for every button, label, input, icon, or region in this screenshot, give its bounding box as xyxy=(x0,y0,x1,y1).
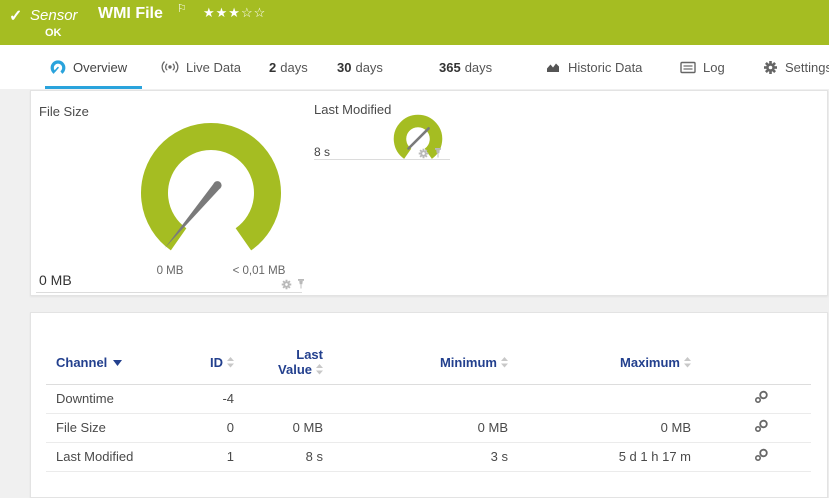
gauge-settings-gear-icon[interactable] xyxy=(418,148,429,159)
column-header-actions xyxy=(691,341,811,384)
gauge-icon xyxy=(50,59,66,75)
column-label: Last xyxy=(296,347,323,362)
column-label: ID xyxy=(210,355,223,370)
tab-30-days[interactable]: 30 days xyxy=(337,45,383,89)
sort-icon xyxy=(227,357,234,368)
tab-label: Settings xyxy=(785,60,829,75)
channel-last-value xyxy=(234,384,323,413)
file-size-current-value: 0 MB xyxy=(39,272,72,288)
tab-label: Live Data xyxy=(186,60,241,75)
tab-overview[interactable]: Overview xyxy=(50,45,127,89)
priority-stars[interactable]: ★★★☆☆ xyxy=(203,5,266,21)
sensor-status-text: OK xyxy=(45,27,62,39)
table-row-downtime: Downtime -4 xyxy=(46,384,811,413)
tab-label: Overview xyxy=(73,60,127,75)
channel-last-value: 0 MB xyxy=(234,413,323,442)
channel-name: Downtime xyxy=(46,384,186,413)
table-row-last-modified: Last Modified 1 8 s 3 s 5 d 1 h 17 m xyxy=(46,442,811,471)
sensor-status-bar: ✓ Sensor WMI File ⚐ ★★★☆☆ OK xyxy=(0,0,829,45)
tab-365-days[interactable]: 365 days xyxy=(439,45,492,89)
table-row-file-size: File Size 0 0 MB 0 MB 0 MB xyxy=(46,413,811,442)
channel-id: 0 xyxy=(186,413,234,442)
column-label: Channel xyxy=(56,355,107,370)
tab-number: 365 xyxy=(439,60,461,75)
tab-historic-data[interactable]: Historic Data xyxy=(545,45,642,89)
channels-panel: Channel ID Last Value Minimum Maximum xyxy=(30,312,828,498)
log-list-icon xyxy=(680,61,696,74)
channel-name: Last Modified xyxy=(46,442,186,471)
file-size-gauge-max-label: < 0,01 MB xyxy=(223,265,295,277)
channel-minimum: 0 MB xyxy=(323,413,508,442)
file-size-gauge[interactable] xyxy=(131,113,291,273)
tab-log[interactable]: Log xyxy=(680,45,725,89)
channel-maximum xyxy=(508,384,691,413)
column-header-channel[interactable]: Channel xyxy=(46,341,186,384)
gauges-panel: File Size 0 MB < 0,01 MB 0 MB Last Modif… xyxy=(30,90,828,296)
channel-last-value: 8 s xyxy=(234,442,323,471)
tab-label: days xyxy=(355,60,382,75)
last-modified-panel-divider xyxy=(314,159,450,160)
last-modified-gauge-title: Last Modified xyxy=(314,102,391,117)
object-kind-label: Sensor xyxy=(30,7,78,24)
channel-id: 1 xyxy=(186,442,234,471)
tab-number: 30 xyxy=(337,60,351,75)
channel-minimum xyxy=(323,384,508,413)
gauge-pin-icon[interactable] xyxy=(433,147,443,159)
column-label: Maximum xyxy=(620,355,680,370)
ok-check-icon: ✓ xyxy=(9,6,22,26)
sort-icon xyxy=(316,364,323,375)
tab-label: Log xyxy=(703,60,725,75)
channel-name: File Size xyxy=(46,413,186,442)
column-header-minimum[interactable]: Minimum xyxy=(323,341,508,384)
tab-number: 2 xyxy=(269,60,276,75)
sort-icon xyxy=(501,357,508,368)
sensor-title: WMI File xyxy=(98,5,163,23)
column-header-id[interactable]: ID xyxy=(186,341,234,384)
file-size-panel-divider xyxy=(36,292,302,293)
tab-label: days xyxy=(465,60,492,75)
column-label: Value xyxy=(278,362,312,377)
table-header-row: Channel ID Last Value Minimum Maximum xyxy=(46,341,811,384)
area-chart-icon xyxy=(545,60,561,74)
last-modified-current-value: 8 s xyxy=(314,145,330,159)
channel-settings-icon[interactable] xyxy=(753,390,769,407)
column-header-last-value[interactable]: Last Value xyxy=(234,341,323,384)
tab-bar: Overview Live Data 2 days 30 days 365 da… xyxy=(0,45,829,89)
sort-icon xyxy=(684,357,691,368)
channel-id: -4 xyxy=(186,384,234,413)
channels-table: Channel ID Last Value Minimum Maximum xyxy=(46,341,811,472)
file-size-gauge-min-label: 0 MB xyxy=(135,265,205,277)
channel-settings-icon[interactable] xyxy=(753,448,769,465)
column-label: Minimum xyxy=(440,355,497,370)
flag-icon: ⚐ xyxy=(177,2,187,15)
column-header-maximum[interactable]: Maximum xyxy=(508,341,691,384)
file-size-gauge-title: File Size xyxy=(39,104,89,119)
gauge-needle xyxy=(409,128,429,148)
channel-minimum: 3 s xyxy=(323,442,508,471)
tab-label: Historic Data xyxy=(568,60,642,75)
tab-label: days xyxy=(280,60,307,75)
channel-maximum: 0 MB xyxy=(508,413,691,442)
gauge-settings-gear-icon[interactable] xyxy=(281,279,292,290)
active-tab-indicator xyxy=(45,86,142,89)
channel-maximum: 5 d 1 h 17 m xyxy=(508,442,691,471)
channel-settings-icon[interactable] xyxy=(753,419,769,436)
tab-settings[interactable]: Settings xyxy=(763,45,829,89)
tab-2-days[interactable]: 2 days xyxy=(269,45,308,89)
gear-icon xyxy=(763,60,778,75)
stars-filled: ★★★ xyxy=(203,5,241,20)
chevron-down-icon xyxy=(113,360,122,366)
live-signal-icon xyxy=(161,60,179,74)
stars-empty: ☆☆ xyxy=(241,5,266,20)
tab-live-data[interactable]: Live Data xyxy=(161,45,241,89)
gauge-pin-icon[interactable] xyxy=(296,278,306,290)
